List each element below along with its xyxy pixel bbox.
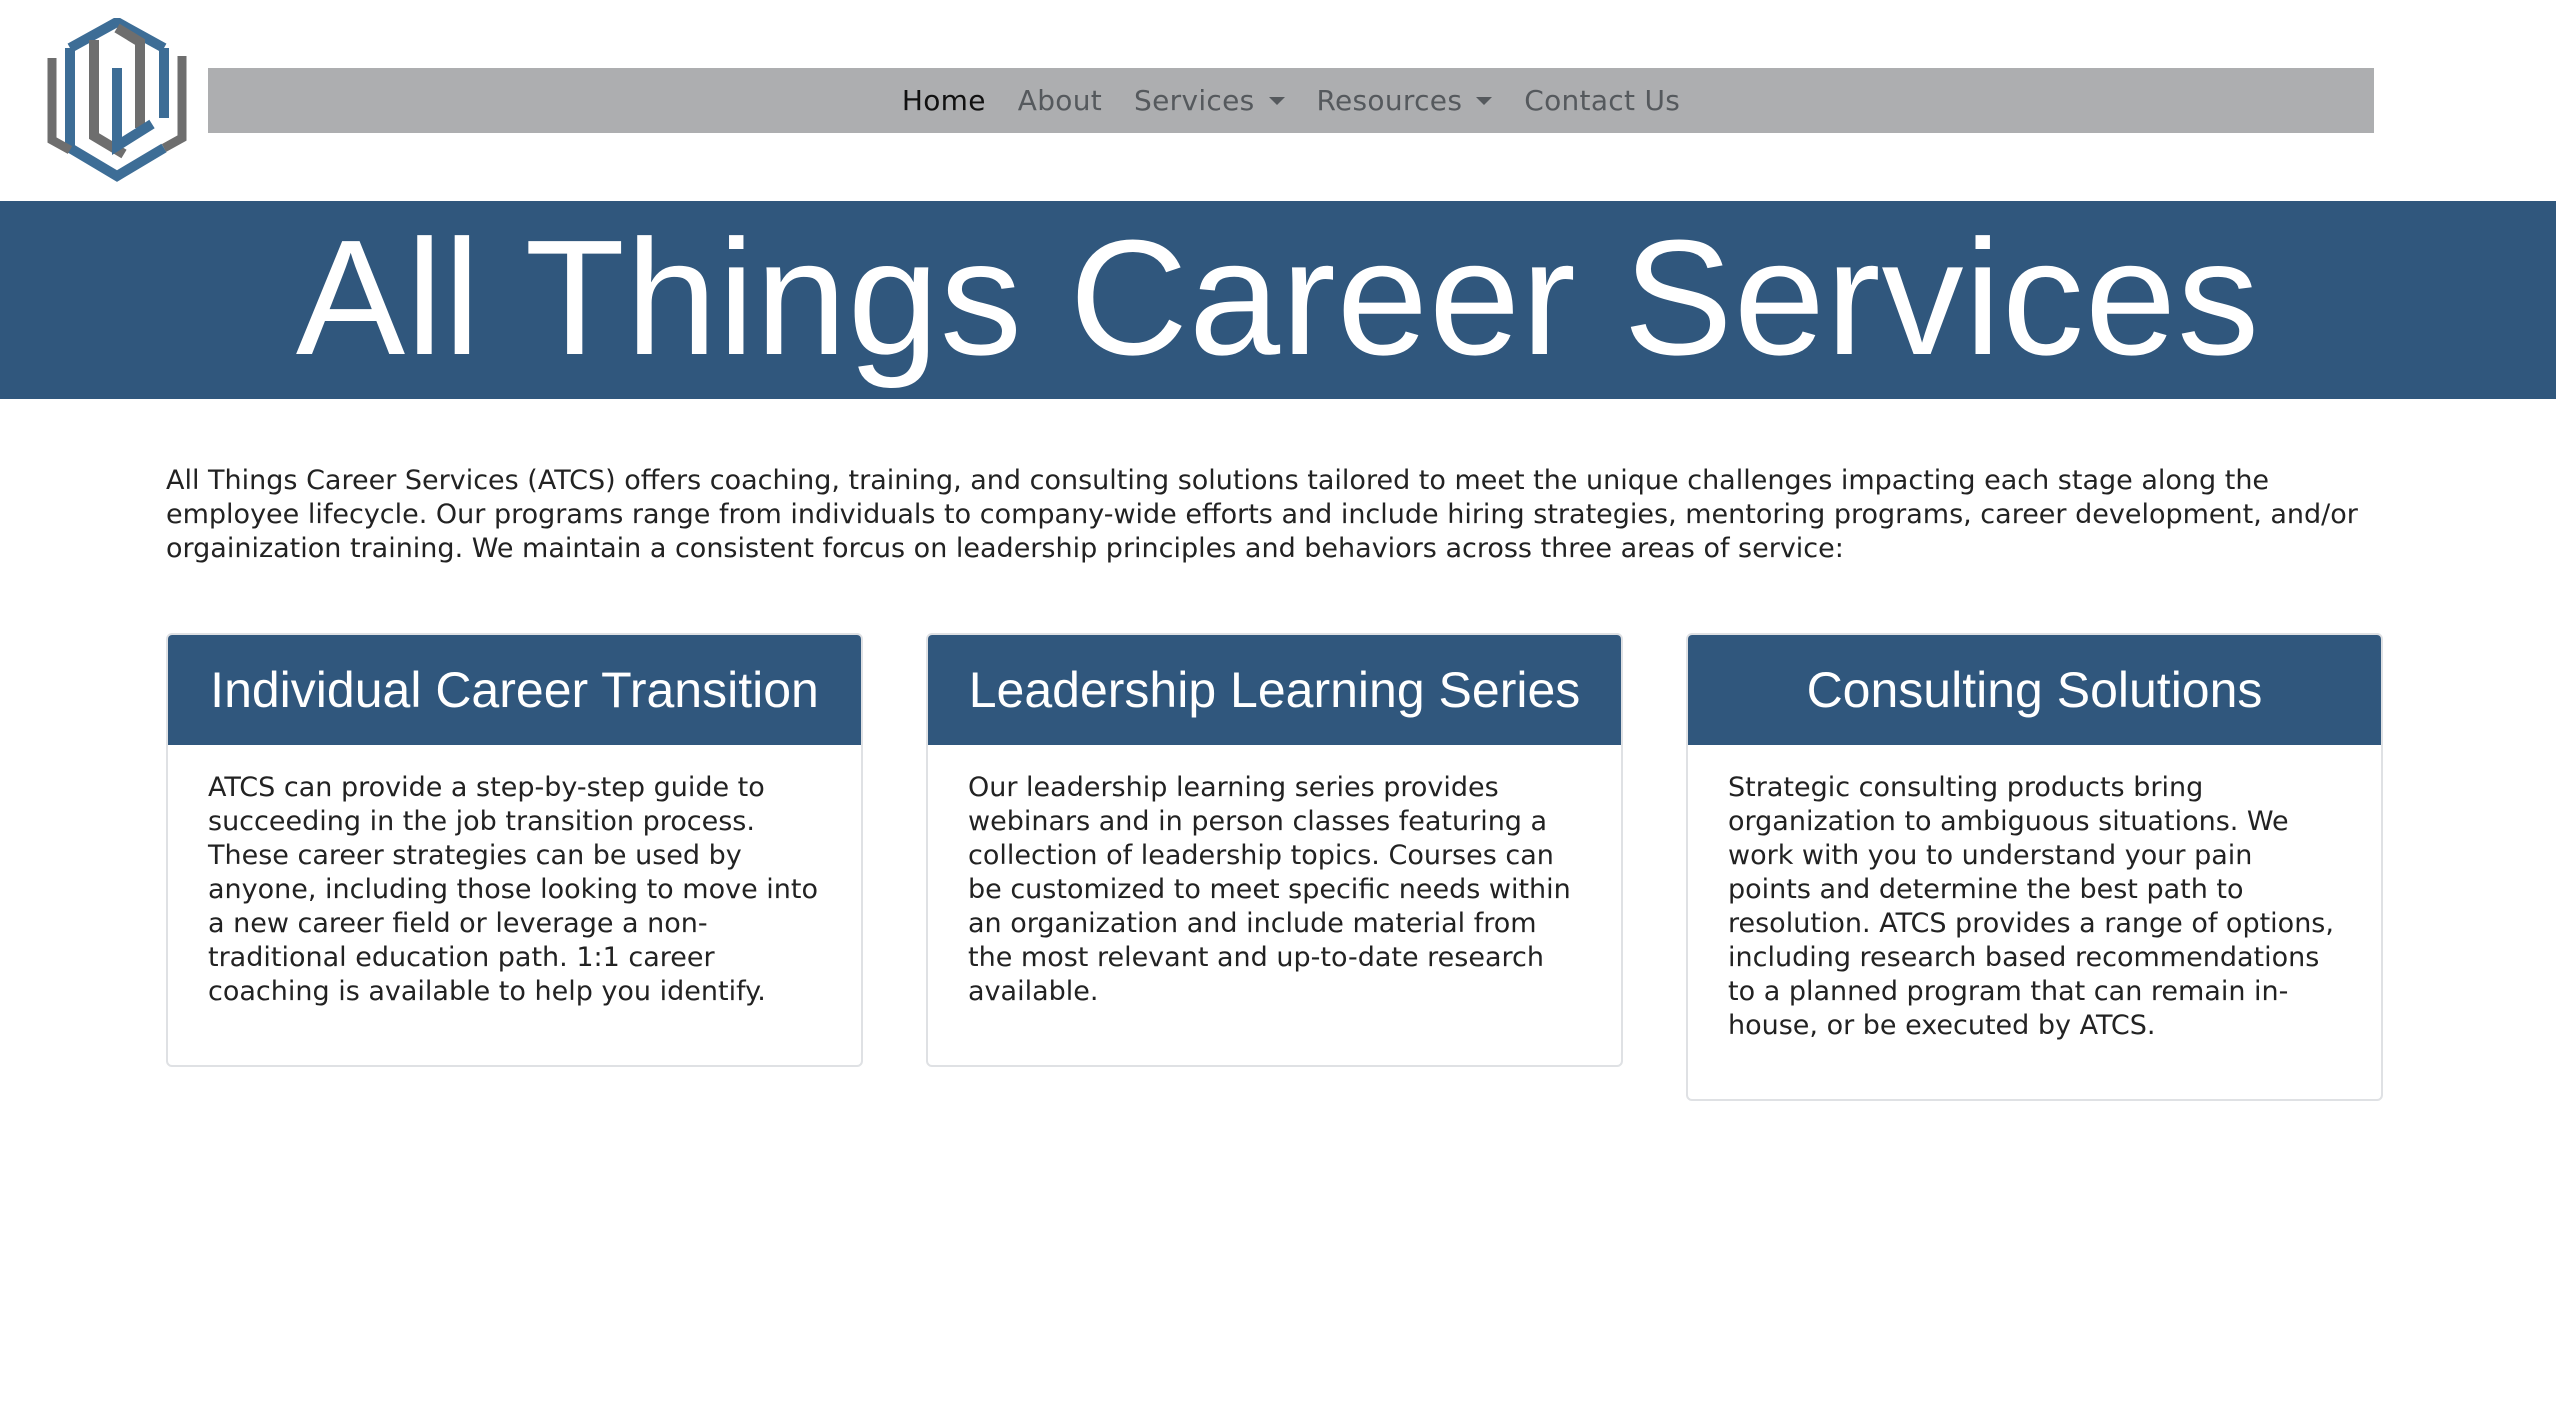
caret-down-icon bbox=[1476, 96, 1493, 105]
nav-contact-link[interactable]: Contact Us bbox=[1524, 84, 1680, 117]
hero-banner: All Things Career Services bbox=[0, 201, 2556, 399]
intro-paragraph: All Things Career Services (ATCS) offers… bbox=[166, 465, 2358, 564]
nav-home-label: Home bbox=[901, 84, 986, 117]
atcs-logo-icon[interactable] bbox=[42, 18, 192, 182]
nav-home-link[interactable]: Home bbox=[902, 84, 986, 117]
main-navbar: Home About Services Resources Contact Us bbox=[208, 68, 2374, 133]
nav-resources-label: Resources bbox=[1316, 84, 1463, 117]
card-title: Leadership Learning Series bbox=[928, 635, 1621, 745]
card-body: Our leadership learning series provides … bbox=[968, 772, 1571, 1007]
card-title: Individual Career Transition bbox=[168, 635, 861, 745]
card-body: ATCS can provide a step-by-step guide to… bbox=[208, 772, 818, 1007]
card-title: Consulting Solutions bbox=[1688, 635, 2381, 745]
service-card-consulting: Consulting Solutions Strategic consultin… bbox=[1686, 633, 2383, 1101]
service-card-leadership-learning: Leadership Learning Series Our leadershi… bbox=[926, 633, 1623, 1067]
hero-title: All Things Career Services bbox=[295, 206, 2261, 389]
nav-about-link[interactable]: About bbox=[1018, 84, 1102, 117]
nav-services-label: Services bbox=[1134, 84, 1255, 117]
nav-about-label: About bbox=[1017, 84, 1103, 117]
card-body: Strategic consulting products bring orga… bbox=[1728, 772, 2334, 1041]
nav-services-dropdown[interactable]: Services bbox=[1134, 84, 1285, 117]
nav-resources-dropdown[interactable]: Resources bbox=[1317, 84, 1493, 117]
caret-down-icon bbox=[1268, 96, 1285, 105]
site-header: Home About Services Resources Contact Us bbox=[0, 0, 2556, 200]
nav-contact-label: Contact Us bbox=[1524, 84, 1681, 117]
service-card-career-transition: Individual Career Transition ATCS can pr… bbox=[166, 633, 863, 1067]
